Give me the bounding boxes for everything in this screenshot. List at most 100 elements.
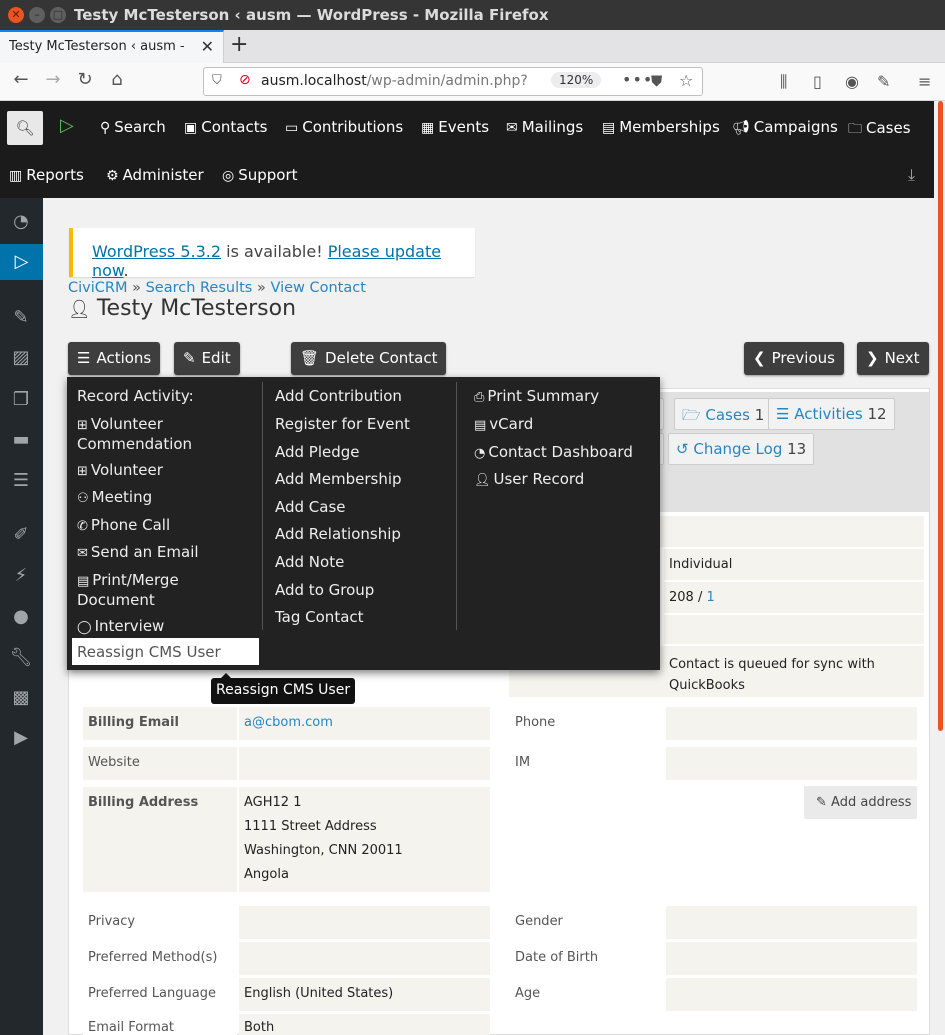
menu-item-vcard[interactable]: ▤ vCard — [474, 415, 533, 435]
menu-item-contact-dashboard[interactable]: ◔ Contact Dashboard — [474, 443, 633, 463]
window-minimize-button[interactable]: – — [29, 7, 45, 23]
dropdown-divider-1 — [262, 382, 263, 630]
update-notice: WordPress 5.3.2 is available! Please upd… — [69, 228, 475, 280]
edit-button[interactable]: ✎ Edit — [174, 342, 240, 375]
menu-item-add-case[interactable]: Add Case — [275, 498, 346, 516]
menu-item-volunteer-commendation[interactable]: ⊞ Volunteer Commendation — [77, 415, 192, 453]
bar-chart-icon: ▥ — [9, 168, 23, 184]
dob-value — [666, 942, 917, 975]
page-actions-icon[interactable]: ••• — [622, 70, 653, 89]
hamburger-menu-icon[interactable]: ≡ — [918, 72, 931, 91]
wordpress-version-link[interactable]: WordPress 5.3.2 — [92, 242, 221, 261]
menu-item-tag-contact[interactable]: Tag Contact — [275, 608, 364, 626]
previous-button[interactable]: ❮ Previous — [744, 342, 844, 375]
menu-administer[interactable]: ⚙ Administer — [106, 166, 204, 184]
pencil-icon: ✎ — [816, 795, 827, 810]
insecure-lock-icon[interactable]: ⊘ — [239, 72, 251, 88]
menu-events[interactable]: ▦ Events — [421, 118, 489, 136]
add-address-button[interactable]: ✎ Add address — [804, 786, 917, 819]
menu-item-print-summary[interactable]: ⎙ Print Summary — [474, 387, 599, 407]
appearance-icon[interactable]: ✐ — [9, 523, 33, 547]
contact-type-value: Individual — [664, 549, 924, 580]
menu-item-add-pledge[interactable]: Add Pledge — [275, 443, 360, 461]
posts-pin-icon[interactable]: ✎ — [9, 306, 33, 330]
envelope-icon: ✉ — [506, 120, 518, 136]
actions-button[interactable]: ☰ Actions — [68, 342, 161, 375]
settings-icon[interactable]: ▩ — [9, 686, 33, 710]
menu-item-add-to-group[interactable]: Add to Group — [275, 581, 374, 599]
sidebar-toggle-icon[interactable]: ▯ — [813, 72, 822, 91]
breadcrumb-civicrm[interactable]: CiviCRM — [68, 280, 127, 296]
collapse-menu-icon[interactable]: ▶ — [9, 726, 33, 750]
tab-activities[interactable]: ☰ Activities 12 — [768, 398, 895, 430]
civicrm-sidebar-icon[interactable]: ▷ — [0, 244, 43, 280]
menu-contributions[interactable]: ▭ Contributions — [285, 118, 403, 136]
list-icon[interactable]: ☰ — [9, 469, 33, 493]
preferred-language-value: English (United States) — [239, 978, 490, 1011]
browser-tab[interactable]: Testy McTesterson ‹ ausm — ✕ — [0, 30, 224, 63]
tools-icon[interactable]: 🔧︎ — [9, 646, 33, 670]
menu-item-meeting[interactable]: ⚇ Meeting — [77, 488, 152, 508]
pocket-icon[interactable]: ⛊ — [651, 72, 662, 90]
library-icon[interactable]: ⫼ — [780, 72, 787, 92]
next-button[interactable]: ❯ Next — [857, 342, 929, 375]
menu-item-add-membership[interactable]: Add Membership — [275, 470, 402, 488]
reload-icon[interactable]: ↻ — [72, 69, 98, 90]
bookmark-star-icon[interactable]: ☆ — [679, 71, 693, 90]
tab-cases[interactable]: 🗁 Cases 1 — [674, 398, 773, 430]
url-bar[interactable]: ⛉ ⊘ ausm.localhost/wp-admin/admin.php? 1… — [203, 67, 703, 96]
menu-cases[interactable]: 🗀 Cases — [848, 118, 911, 142]
external-id-link[interactable]: 1 — [706, 590, 714, 605]
life-ring-icon: ◎ — [222, 168, 235, 184]
new-tab-button[interactable]: + — [230, 32, 248, 57]
menu-campaigns[interactable]: 📢︎ Campaigns — [732, 118, 838, 136]
breadcrumb-search-results[interactable]: Search Results — [146, 280, 253, 296]
tab-change-log[interactable]: ↺ Change Log 13 — [668, 433, 815, 465]
account-icon[interactable]: ◉ — [845, 72, 859, 91]
home-icon[interactable]: ⌂ — [104, 69, 130, 90]
menu-item-add-relationship[interactable]: Add Relationship — [275, 525, 401, 543]
menu-mailings[interactable]: ✉ Mailings — [506, 118, 583, 136]
menu-support[interactable]: ◎ Support — [222, 166, 298, 184]
civicrm-menubar: 🔍︎ ▷ ⚲ Search ▣ Contacts ▭ Contributions ▦ E… — [0, 101, 934, 198]
browser-navbar: ← → ↻ ⌂ ⛉ ⊘ ausm.localhost/wp-admin/admi… — [0, 63, 945, 101]
menu-item-user-record[interactable]: 👤︎ User Record — [474, 470, 584, 490]
menu-item-print-merge[interactable]: ▤ Print/Merge Document — [77, 571, 179, 609]
tab-close-icon[interactable]: ✕ — [201, 37, 214, 56]
back-icon[interactable]: ← — [8, 69, 34, 90]
page-scrollbar-thumb[interactable] — [938, 101, 943, 731]
menu-item-volunteer[interactable]: ⊞ Volunteer — [77, 461, 163, 481]
forward-icon[interactable]: → — [40, 69, 66, 90]
menu-item-register-event[interactable]: Register for Event — [275, 415, 410, 433]
tracking-shield-icon[interactable]: ⛉ — [212, 73, 222, 88]
civicrm-logo-icon[interactable]: ▷ — [60, 115, 74, 136]
menu-item-add-note[interactable]: Add Note — [275, 553, 344, 571]
comment-icon: ◯ — [77, 620, 92, 635]
menu-item-add-contribution[interactable]: Add Contribution — [275, 387, 402, 405]
menu-contacts[interactable]: ▣ Contacts — [184, 118, 267, 136]
menu-item-reassign-cms-user[interactable]: Reassign CMS User — [72, 638, 259, 665]
menu-item-send-email[interactable]: ✉ Send an Email — [77, 543, 199, 563]
menu-reports[interactable]: ▥ Reports — [9, 166, 84, 184]
url-text[interactable]: ausm.localhost/wp-admin/admin.php? — [261, 73, 528, 89]
dashboard-icon[interactable]: ◔ — [9, 210, 33, 234]
delete-contact-button[interactable]: 🗑︎ Delete Contact — [291, 342, 447, 375]
media-icon[interactable]: ▨ — [9, 346, 33, 370]
comments-icon[interactable]: ▬ — [9, 428, 33, 452]
window-maximize-button[interactable]: □ — [50, 7, 66, 23]
billing-email-link[interactable]: a@cbom.com — [244, 715, 333, 730]
plugins-icon[interactable]: ⚡ — [9, 564, 33, 588]
pages-icon[interactable]: ❐ — [9, 388, 33, 412]
download-icon[interactable]: ⤓ — [908, 165, 915, 185]
breadcrumb-view-contact[interactable]: View Contact — [270, 280, 365, 296]
user-icon: 👤︎ — [474, 473, 491, 488]
eyedropper-icon[interactable]: ✎ — [877, 72, 890, 91]
menu-memberships[interactable]: ▤ Memberships — [602, 118, 720, 136]
users-icon[interactable]: ● — [9, 605, 33, 629]
zoom-level-badge[interactable]: 120% — [551, 72, 602, 88]
quicksearch-icon[interactable]: 🔍︎ — [7, 111, 43, 145]
window-close-button[interactable]: ✕ — [8, 7, 24, 23]
menu-item-interview[interactable]: ◯ Interview — [77, 617, 164, 637]
menu-search[interactable]: ⚲ Search — [100, 118, 166, 136]
menu-item-phone-call[interactable]: ✆ Phone Call — [77, 516, 170, 536]
